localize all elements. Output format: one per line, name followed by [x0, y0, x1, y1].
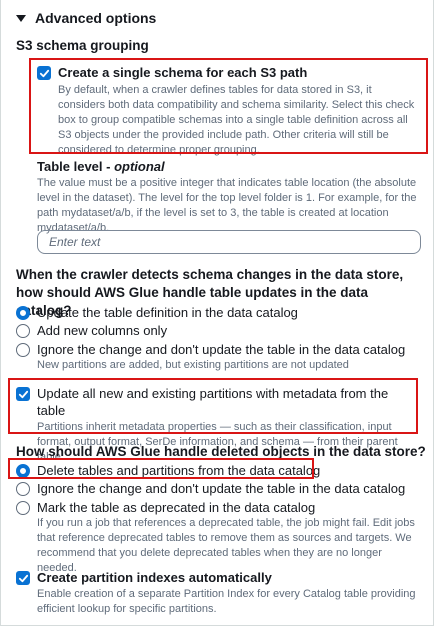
radio-update-table-label: Update the table definition in the data …: [37, 305, 298, 320]
partition-indexes-checkbox[interactable]: [16, 571, 30, 585]
highlight-box: [29, 58, 428, 154]
radio-ignore-deleted[interactable]: [16, 482, 30, 496]
radio-mark-deprecated-description: If you run a job that references a depre…: [37, 517, 415, 574]
highlight-box: [8, 378, 418, 434]
radio-ignore-change-label: Ignore the change and don't update the t…: [37, 342, 406, 357]
table-level-label-text: Table level: [37, 159, 103, 174]
table-level-input[interactable]: Enter text: [37, 230, 421, 254]
schema-option-add-columns[interactable]: Add new columns only: [16, 322, 167, 339]
radio-ignore-change-description: New partitions are added, but existing p…: [37, 359, 349, 371]
delete-option-ignore[interactable]: Ignore the change and don't update the t…: [16, 480, 405, 497]
radio-mark-deprecated-label: Mark the table as deprecated in the data…: [37, 500, 316, 515]
table-level-label-separator: -: [102, 159, 115, 174]
table-level-label: Table level - optional: [37, 158, 165, 175]
advanced-options-toggle[interactable]: Advanced options: [16, 10, 156, 26]
radio-ignore-deleted-label: Ignore the change and don't update the t…: [37, 481, 406, 496]
partition-indexes-option[interactable]: Create partition indexes automatically E…: [16, 569, 420, 617]
highlight-box: [8, 458, 314, 479]
radio-add-columns-label: Add new columns only: [37, 323, 168, 338]
radio-update-table[interactable]: [16, 306, 30, 320]
partition-indexes-description: Enable creation of a separate Partition …: [37, 588, 416, 615]
radio-add-columns[interactable]: [16, 324, 30, 338]
delete-option-deprecate[interactable]: Mark the table as deprecated in the data…: [16, 499, 422, 576]
schema-option-ignore[interactable]: Ignore the change and don't update the t…: [16, 341, 405, 373]
partition-indexes-title: Create partition indexes automatically: [37, 570, 272, 585]
caret-down-icon: [16, 15, 26, 22]
section-title: Advanced options: [35, 10, 157, 26]
optional-tag: optional: [114, 159, 165, 174]
schema-option-update[interactable]: Update the table definition in the data …: [16, 304, 298, 321]
radio-mark-deprecated[interactable]: [16, 501, 30, 515]
table-level-description: The value must be a positive integer tha…: [37, 177, 417, 234]
radio-ignore-change[interactable]: [16, 343, 30, 357]
s3-grouping-heading: S3 schema grouping: [16, 38, 149, 53]
checkmark-icon: [18, 574, 28, 582]
